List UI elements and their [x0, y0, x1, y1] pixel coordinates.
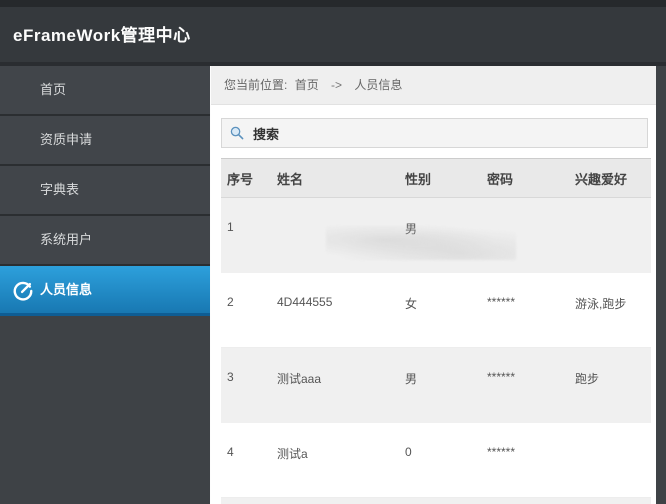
app-window: eFrameWork管理中心 首页 资质申请 字典表 系统用户 人员信息 您当前…	[0, 0, 666, 504]
breadcrumb-label: 您当前位置:	[224, 78, 288, 92]
cell-no: 1	[227, 220, 234, 234]
sidebar-item-qualification[interactable]: 资质申请	[0, 116, 210, 166]
sidebar-item-personnel[interactable]: 人员信息	[0, 266, 210, 316]
cell-password: ******	[487, 444, 516, 459]
breadcrumb-current[interactable]: 人员信息	[354, 78, 402, 92]
search-label: 搜索	[253, 126, 280, 142]
col-header-hobbies: 兴趣爱好	[569, 158, 651, 198]
sidebar-item-label: 人员信息	[40, 282, 93, 297]
col-header-name: 姓名	[271, 158, 399, 198]
cell-password: ******	[487, 370, 516, 384]
sidebar: 首页 资质申请 字典表 系统用户 人员信息	[0, 66, 210, 504]
cell-no: 3	[227, 370, 234, 384]
table-row[interactable]: 1 男	[221, 197, 651, 273]
table-row[interactable]: 4 测试a 0 ******	[221, 422, 651, 498]
cell-name: 测试a	[277, 446, 308, 461]
data-table: 序号 姓名 性别 密码 兴趣爱好 1 男 2 4D444555 女 ******…	[221, 158, 651, 504]
cell-gender: 男	[405, 222, 418, 236]
cell-gender: 男	[405, 372, 418, 386]
search-icon	[230, 126, 244, 140]
col-header-no: 序号	[221, 158, 271, 198]
top-bar: eFrameWork管理中心	[0, 0, 666, 62]
cell-name: 4D444555	[277, 294, 333, 309]
breadcrumb-arrow-icon: ->	[331, 78, 343, 92]
content-area: 您当前位置: 首页 -> 人员信息 搜索 序号 姓名 性别 密码 兴趣爱好 1 …	[210, 66, 656, 504]
cell-hobbies	[569, 198, 651, 273]
col-header-gender: 性别	[399, 158, 481, 198]
cell-password: ******	[487, 294, 516, 309]
cell-no: 2	[227, 294, 234, 309]
cell-name	[271, 198, 516, 273]
sidebar-item-home[interactable]: 首页	[0, 66, 210, 116]
cell-gender: 女	[405, 296, 418, 311]
cell-password	[481, 198, 569, 273]
breadcrumb-home-link[interactable]: 首页	[295, 78, 319, 92]
cell-no: 4	[227, 444, 234, 459]
cell-hobbies: 跑步	[575, 372, 600, 386]
data-table-wrapper: 序号 姓名 性别 密码 兴趣爱好 1 男 2 4D444555 女 ******…	[221, 158, 651, 504]
table-row[interactable]: 3 测试aaa 男 ****** 跑步	[221, 347, 651, 423]
gauge-icon	[13, 281, 33, 301]
table-row[interactable]: 2 4D444555 女 ****** 游泳,跑步	[221, 272, 651, 348]
sidebar-item-dictionary[interactable]: 字典表	[0, 166, 210, 216]
search-panel-toggle[interactable]: 搜索	[221, 118, 648, 148]
cell-name: 测试aaa	[277, 372, 322, 386]
col-header-password: 密码	[481, 158, 569, 198]
sidebar-item-system-users[interactable]: 系统用户	[0, 216, 210, 266]
cell-hobbies	[569, 423, 651, 498]
cell-hobbies: 游泳,跑步	[575, 296, 627, 311]
breadcrumb: 您当前位置: 首页 -> 人员信息	[211, 66, 656, 105]
table-row-partial	[221, 497, 651, 504]
cell-gender: 0	[405, 444, 412, 459]
table-header-row: 序号 姓名 性别 密码 兴趣爱好	[221, 158, 651, 198]
app-title: eFrameWork管理中心	[13, 26, 191, 45]
